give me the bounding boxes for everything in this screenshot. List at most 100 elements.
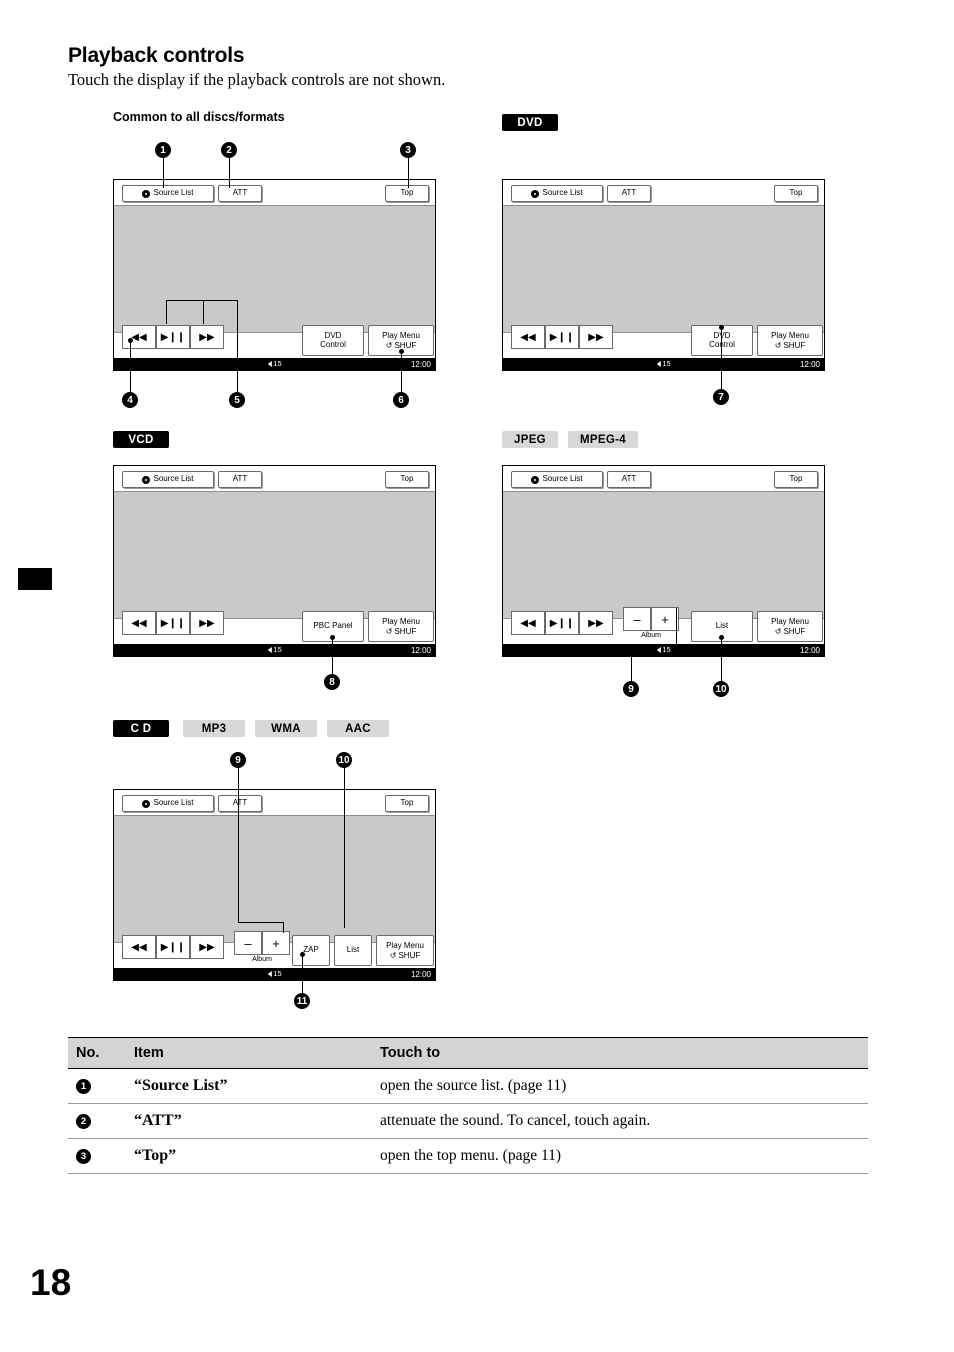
volume-indicator: 15 <box>267 969 282 978</box>
play-pause-button[interactable]: ▶❙❙ <box>545 325 579 349</box>
source-list-button[interactable]: Source List <box>122 795 214 812</box>
tag-mpeg4: MPEG-4 <box>568 431 638 448</box>
album-minus-button[interactable]: – <box>623 607 651 631</box>
play-pause-button[interactable]: ▶❙❙ <box>156 611 190 635</box>
callout-5-leader <box>237 300 238 392</box>
panel-common: 15 12:00 Source List ATT Top ◀◀ ▶❙❙ ▶▶ D… <box>113 179 436 371</box>
shuffle-icon: ↺ <box>774 626 782 636</box>
clock: 12:00 <box>799 645 820 655</box>
att-button[interactable]: ATT <box>218 185 262 202</box>
row-bullet: 1 <box>76 1078 91 1094</box>
next-button[interactable]: ▶▶ <box>579 325 613 349</box>
play-pause-button[interactable]: ▶❙❙ <box>156 935 190 959</box>
callout-5-leader-v2 <box>166 300 167 324</box>
tag-jpeg: JPEG <box>502 431 558 448</box>
top-button[interactable]: Top <box>385 185 429 202</box>
prev-button[interactable]: ◀◀ <box>122 611 156 635</box>
callout-3-leader <box>408 158 409 188</box>
tag-cd: C D <box>113 720 169 737</box>
callout-4: 4 <box>122 392 138 408</box>
table-cell-desc: attenuate the sound. To cancel, touch ag… <box>372 1103 868 1139</box>
tag-dvd: DVD <box>502 114 558 131</box>
shuffle-icon: ↺ <box>385 340 393 350</box>
top-button[interactable]: Top <box>385 471 429 488</box>
next-button[interactable]: ▶▶ <box>190 325 224 349</box>
play-pause-button[interactable]: ▶❙❙ <box>156 325 190 349</box>
callout-9b-leader-v2 <box>676 608 677 645</box>
table-cell-no: 3 <box>68 1138 126 1174</box>
att-button[interactable]: ATT <box>607 471 651 488</box>
page-number: 18 <box>30 1262 72 1303</box>
callout-10b: 10 <box>713 681 729 697</box>
play-menu-button[interactable]: Play Menu ↺ SHUF <box>757 325 823 356</box>
play-menu-button[interactable]: Play Menu ↺ SHUF <box>368 611 434 642</box>
table-header-row: No. Item Touch to <box>68 1037 868 1069</box>
source-list-button[interactable]: Source List <box>122 185 214 202</box>
att-button[interactable]: ATT <box>218 471 262 488</box>
table-cell-item: “Top” <box>126 1138 372 1174</box>
prev-button[interactable]: ◀◀ <box>511 325 545 349</box>
callout-6-enddot <box>399 349 404 354</box>
callout-9-leader-v <box>238 768 239 922</box>
table-row: 3 “Top” open the top menu. (page 11) <box>68 1138 868 1174</box>
prev-button[interactable]: ◀◀ <box>122 325 156 349</box>
prev-button[interactable]: ◀◀ <box>511 611 545 635</box>
shuffle-icon: ↺ <box>385 626 393 636</box>
next-button[interactable]: ▶▶ <box>190 935 224 959</box>
prev-button[interactable]: ◀◀ <box>122 935 156 959</box>
source-list-button[interactable]: Source List <box>511 185 603 202</box>
next-button[interactable]: ▶▶ <box>190 611 224 635</box>
panel-jpeg-mpeg4: 15 12:00 Source List ATT Top ◀◀ ▶❙❙ ▶▶ –… <box>502 465 825 657</box>
source-dot-icon <box>142 475 151 484</box>
callout-8-enddot <box>330 635 335 640</box>
top-button[interactable]: Top <box>774 185 818 202</box>
album-plus-button[interactable]: + <box>262 931 290 955</box>
callout-9: 9 <box>230 752 246 768</box>
top-button[interactable]: Top <box>385 795 429 812</box>
zap-button[interactable]: ZAP <box>292 935 330 966</box>
section-label-common: Common to all discs/formats <box>113 110 285 124</box>
play-menu-button[interactable]: Play Menu ↺ SHUF <box>757 611 823 642</box>
callout-10: 10 <box>336 752 352 768</box>
callout-6-leader <box>401 352 402 392</box>
album-plus-button[interactable]: + <box>651 607 679 631</box>
source-list-button[interactable]: Source List <box>511 471 603 488</box>
callout-1-leader <box>163 158 164 188</box>
callout-5-leader-h <box>166 300 237 301</box>
table-row: 2 “ATT” attenuate the sound. To cancel, … <box>68 1103 868 1139</box>
panel-common-statusbar: 15 12:00 <box>114 358 435 370</box>
dvd-control-button[interactable]: DVDControl <box>302 325 364 356</box>
att-button[interactable]: ATT <box>218 795 262 812</box>
callout-7-leader <box>721 328 722 389</box>
callout-10-leader <box>344 768 345 928</box>
callout-5: 5 <box>229 392 245 408</box>
page-title: Playback controls <box>68 44 245 67</box>
callout-5-spacer <box>166 310 167 311</box>
album-minus-button[interactable]: – <box>234 931 262 955</box>
play-menu-button[interactable]: Play Menu ↺ SHUF <box>376 935 434 966</box>
table-header-touch-to: Touch to <box>372 1037 868 1069</box>
callout-1: 1 <box>155 142 171 158</box>
callout-9-leader-v2 <box>283 922 284 933</box>
volume-indicator: 15 <box>267 645 282 654</box>
list-button[interactable]: List <box>334 935 372 966</box>
callout-3: 3 <box>400 142 416 158</box>
source-list-button[interactable]: Source List <box>122 471 214 488</box>
callout-2-leader <box>229 158 230 188</box>
source-dot-icon <box>142 189 151 198</box>
panel-vcd: 15 12:00 Source List ATT Top ◀◀ ▶❙❙ ▶▶ P… <box>113 465 436 657</box>
att-button[interactable]: ATT <box>607 185 651 202</box>
callout-7-enddot <box>719 325 724 330</box>
table-cell-desc: open the top menu. (page 11) <box>372 1138 868 1174</box>
callout-9b-leader-h <box>631 645 676 646</box>
play-pause-button[interactable]: ▶❙❙ <box>545 611 579 635</box>
next-button[interactable]: ▶▶ <box>579 611 613 635</box>
tag-mp3: MP3 <box>183 720 245 737</box>
callout-4-enddot <box>128 338 133 343</box>
source-dot-icon <box>531 189 540 198</box>
table-cell-no: 1 <box>68 1068 126 1104</box>
table-cell-item: “ATT” <box>126 1103 372 1139</box>
table-header-item: Item <box>126 1037 372 1069</box>
top-button[interactable]: Top <box>774 471 818 488</box>
callout-9b-leader-v <box>631 645 632 681</box>
